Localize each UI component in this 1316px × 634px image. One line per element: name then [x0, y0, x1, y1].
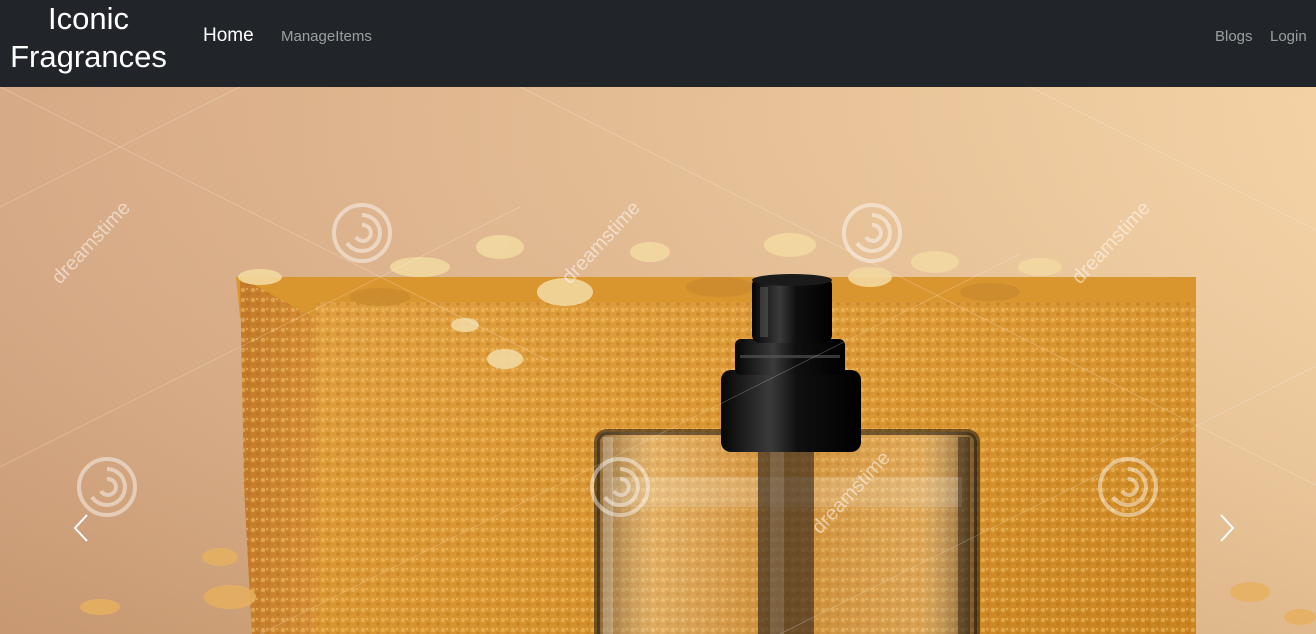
carousel-slide-image: dreamstime dreamstime dreamstime dreamst…: [0, 87, 1316, 634]
chevron-left-icon: [73, 514, 88, 542]
hero-carousel: dreamstime dreamstime dreamstime dreamst…: [0, 87, 1316, 634]
carousel-prev-button[interactable]: [0, 87, 160, 634]
brand-line-1: Iconic: [48, 1, 129, 36]
brand-logo[interactable]: Iconic Fragrances: [6, 0, 171, 76]
nav-link-manage-items[interactable]: ManageItems: [281, 28, 372, 45]
nav-link-blogs[interactable]: Blogs: [1215, 28, 1253, 45]
nav-link-home[interactable]: Home: [203, 25, 254, 47]
chevron-right-icon: [1220, 514, 1235, 542]
carousel-next-button[interactable]: [1156, 87, 1316, 634]
nav-link-login[interactable]: Login: [1270, 28, 1307, 45]
navbar: Iconic Fragrances Home ManageItems Blogs…: [0, 0, 1316, 87]
brand-line-2: Fragrances: [10, 39, 167, 74]
